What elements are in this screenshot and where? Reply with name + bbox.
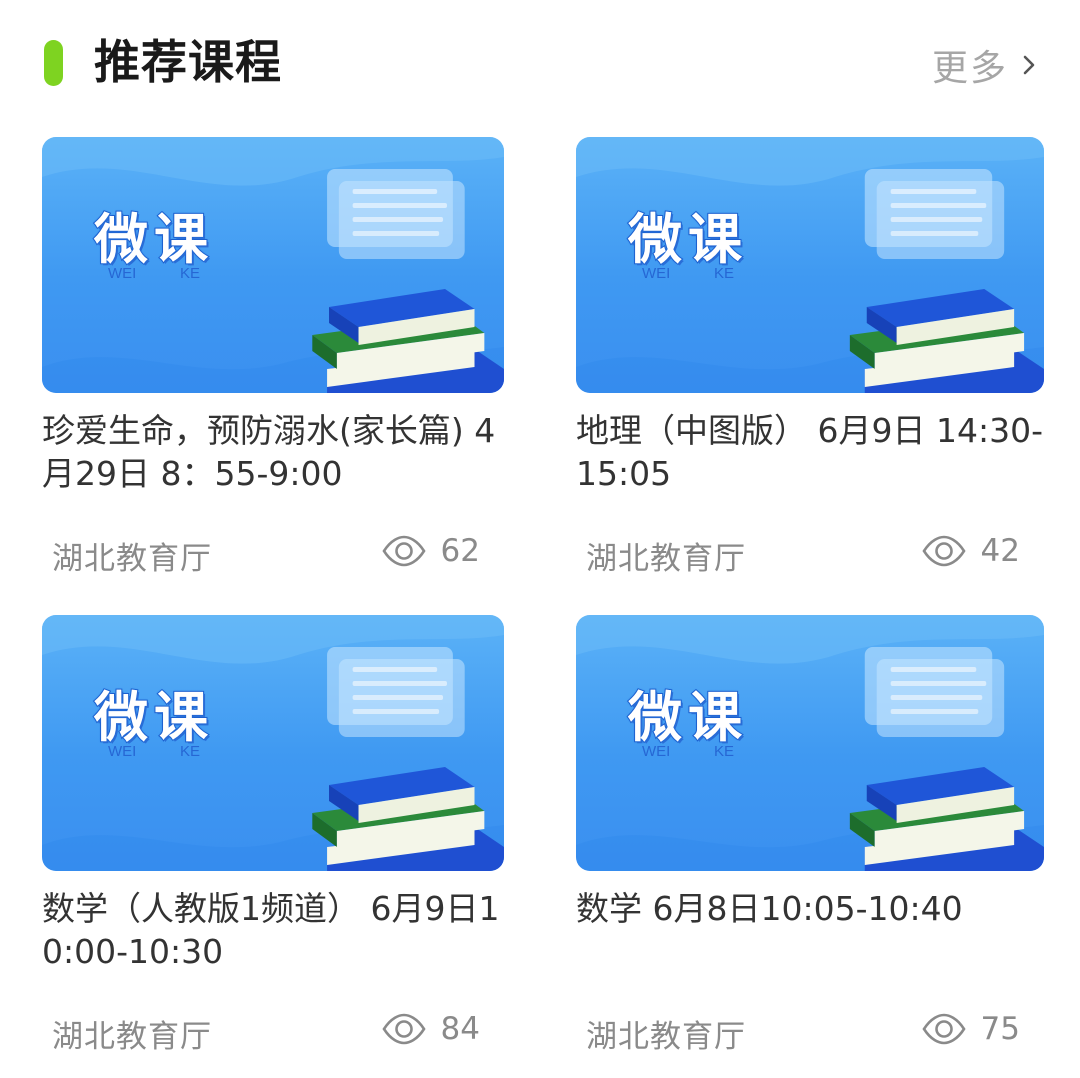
section-header: 推荐课程 更多 [0, 0, 1080, 130]
view-count-group: 42 [921, 533, 1020, 569]
course-title: 数学（人教版1频道） 6月9日10:00-10:30 [42, 889, 500, 971]
more-button[interactable]: 更多 [932, 40, 1040, 90]
eye-icon [382, 1013, 426, 1045]
more-label: 更多 [931, 48, 1008, 89]
course-thumbnail: 微课 WEI KE [576, 137, 1044, 393]
course-meta: 湖北教育厅 62 [42, 531, 504, 577]
eye-icon [922, 535, 966, 567]
course-thumbnail: 微课 WEI KE [42, 137, 504, 393]
thumbnail-subtitle-right: KE [714, 265, 735, 282]
course-card-4[interactable]: 微课 WEI KE 数学 6月8日10:05-10:40 湖北教育厅 75 [576, 615, 1044, 1055]
course-title: 珍爱生命，预防溺水(家长篇) 4月29日 8：55-9:00 [42, 411, 496, 493]
thumbnail-title: 微课 [93, 206, 214, 272]
course-source: 湖北教育厅 [52, 1019, 212, 1055]
thumbnail-subtitle-left: WEI [642, 743, 671, 760]
thumbnail-subtitle-right: KE [180, 743, 201, 760]
thumbnail-subtitle-right: KE [180, 265, 201, 282]
view-count-group: 84 [381, 1011, 480, 1047]
thumbnail-subtitle-left: WEI [108, 743, 137, 760]
course-card-1[interactable]: 微课 WEI KE 珍爱生命，预防溺水(家长篇) 4月29日 8：55-9:00… [42, 137, 504, 577]
view-count: 62 [440, 533, 480, 569]
thumbnail-subtitle-right: KE [714, 743, 735, 760]
course-meta: 湖北教育厅 42 [576, 531, 1044, 577]
course-source: 湖北教育厅 [52, 541, 212, 577]
course-card-2[interactable]: 微课 WEI KE 地理（中图版） 6月9日 14:30-15:05 湖北教育厅… [576, 137, 1044, 577]
course-meta: 湖北教育厅 84 [42, 1009, 504, 1055]
course-meta: 湖北教育厅 75 [576, 1009, 1044, 1055]
view-count: 75 [980, 1011, 1020, 1047]
thumbnail-subtitle-left: WEI [108, 265, 137, 282]
course-title: 地理（中图版） 6月9日 14:30-15:05 [576, 411, 1043, 493]
view-count-group: 62 [381, 533, 480, 569]
chevron-right-icon [1023, 55, 1035, 75]
accent-bar [44, 40, 63, 86]
view-count: 84 [440, 1011, 480, 1047]
view-count-group: 75 [921, 1011, 1020, 1047]
course-source: 湖北教育厅 [586, 1019, 746, 1055]
eye-icon [922, 1013, 966, 1045]
course-thumbnail: 微课 WEI KE [576, 615, 1044, 871]
thumbnail-title: 微课 [627, 206, 748, 272]
course-source: 湖北教育厅 [586, 541, 746, 577]
eye-icon [382, 535, 426, 567]
course-thumbnail: 微课 WEI KE [42, 615, 504, 871]
thumbnail-title: 微课 [93, 684, 214, 750]
course-title: 数学 6月8日10:05-10:40 [576, 889, 963, 928]
thumbnail-title: 微课 [627, 684, 748, 750]
thumbnail-subtitle-left: WEI [642, 265, 671, 282]
section-title: 推荐课程 [94, 35, 282, 89]
view-count: 42 [980, 533, 1020, 569]
course-card-3[interactable]: 微课 WEI KE 数学（人教版1频道） 6月9日10:00-10:30 湖北教… [42, 615, 504, 1055]
